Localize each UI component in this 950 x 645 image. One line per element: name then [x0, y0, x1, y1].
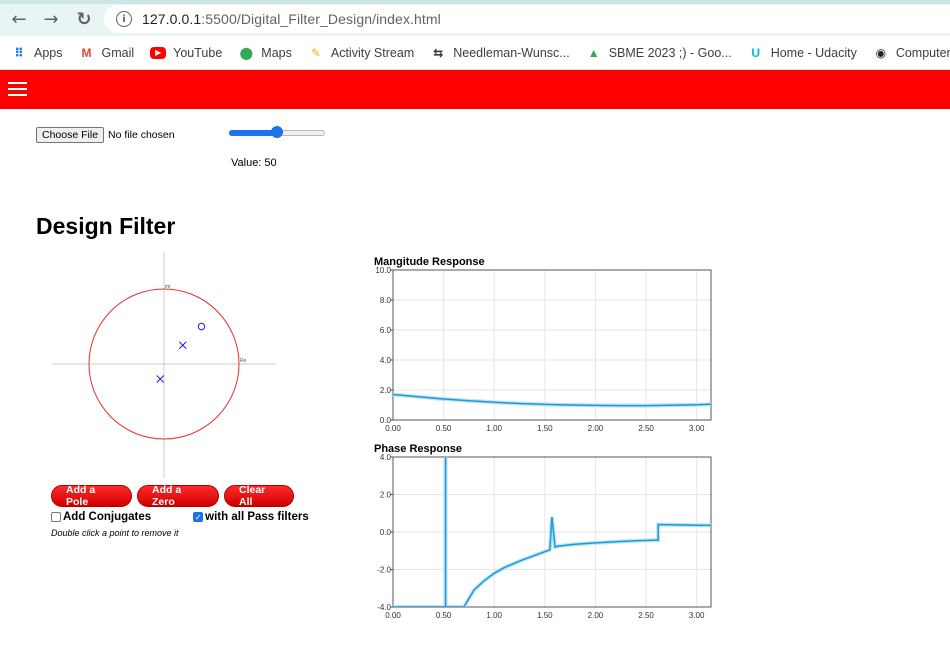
y-tick-label: -4.0 — [377, 603, 391, 612]
zero-marker[interactable] — [197, 322, 206, 331]
bookmark-label: Home - Udacity — [770, 45, 857, 60]
choose-file-button[interactable]: Choose File — [36, 127, 105, 143]
y-tick-label: 4.0 — [380, 453, 392, 462]
bookmark-1[interactable]: M Gmail — [79, 45, 135, 61]
magnitude-response-chart[interactable]: 0.00 0.50 1.00 1.50 2.00 2.50 3.00 0.0 2.0 4.0 6.0… — [358, 262, 718, 438]
hamburger-menu-icon[interactable] — [8, 82, 28, 98]
add-conjugates-checkbox[interactable]: Add Conjugates — [51, 511, 151, 523]
back-arrow-icon[interactable]: ← — [8, 8, 30, 30]
pole-marker[interactable] — [156, 375, 165, 383]
slider-thumb[interactable] — [271, 126, 283, 138]
all-pass-box[interactable]: ✓ — [193, 512, 204, 522]
bookmark-label: YouTube — [173, 45, 223, 60]
gmail-icon: M — [81, 45, 92, 60]
y-tick-label: 8.0 — [380, 296, 392, 305]
apps-grid-icon: ⠿ — [14, 45, 24, 60]
add-conjugates-box[interactable] — [51, 512, 61, 522]
globe-icon: ◉ — [875, 45, 887, 60]
url-text[interactable]: 127.0.0.1:5500/Digital_Filter_Design/ind… — [142, 11, 441, 27]
address-bar[interactable]: i 127.0.0.1:5500/Digital_Filter_Design/i… — [104, 5, 950, 33]
x-tick-label: 2.00 — [588, 611, 604, 620]
file-input[interactable]: Choose File No file chosen — [36, 127, 175, 143]
no-file-text: No file chosen — [108, 129, 175, 141]
x-tick-label: 0.50 — [436, 424, 452, 433]
hint-text: Double click a point to remove it — [51, 528, 179, 538]
x-tick-label: 2.50 — [638, 424, 654, 433]
add-pole-button[interactable]: Add a Pole — [51, 484, 132, 508]
x-tick-label: 0.50 — [436, 611, 452, 620]
add-conjugates-label: Add Conjugates — [63, 511, 152, 523]
bookmark-4[interactable]: ✎ Activity Stream — [308, 45, 414, 61]
all-pass-label: with all Pass filters — [205, 511, 309, 523]
browser-toolbar: ← → ↻ i 127.0.0.1:5500/Digital_Filter_De… — [0, 0, 950, 36]
app-root: ← → ↻ i 127.0.0.1:5500/Digital_Filter_De… — [0, 0, 950, 645]
bookmark-7[interactable]: U Home - Udacity — [748, 45, 857, 61]
bookmark-label: Gmail — [101, 45, 135, 60]
udacity-icon: U — [751, 45, 761, 60]
bookmark-label: Maps — [261, 45, 292, 60]
bookmark-label: Apps — [34, 45, 63, 60]
y-tick-label: 10.0 — [375, 266, 391, 275]
slider-value-label: Value: 50 — [231, 157, 277, 169]
x-tick-label: 2.00 — [588, 424, 604, 433]
x-tick-label: 2.50 — [638, 611, 654, 620]
bookmarks-bar: ⠿ Apps M Gmail ▶ YouTube ⬤ Maps ✎ Activity Stream… — [0, 36, 950, 70]
value-slider[interactable] — [229, 126, 325, 138]
y-tick-label: 0.0 — [380, 416, 392, 425]
bookmark-2[interactable]: ▶ YouTube — [150, 46, 222, 60]
bookmark-label: SBME 2023 ;) - Goo... — [608, 45, 732, 60]
bookmark-6[interactable]: ▲ SBME 2023 ;) - Goo... — [586, 45, 732, 61]
y-tick-label: 4.0 — [380, 356, 392, 365]
google-drive-icon: ▲ — [587, 45, 600, 60]
filter-buttons: Add a Pole Add a Zero Clear All — [51, 484, 299, 508]
url-host: 127.0.0.1 — [142, 11, 202, 27]
y-tick-label: 6.0 — [380, 326, 392, 335]
activity-stream-icon: ✎ — [310, 45, 321, 60]
bookmark-label: Activity Stream — [330, 45, 415, 60]
y-tick-label: 2.0 — [380, 386, 392, 395]
phase-response-chart[interactable]: 0.00 0.50 1.00 1.50 2.00 2.50 3.00 -4.0 -2.0 0.0 2… — [358, 449, 718, 625]
bookmark-0[interactable]: ⠿ Apps — [11, 45, 63, 61]
x-tick-label: 1.00 — [486, 611, 502, 620]
reload-icon[interactable]: ↻ — [73, 8, 95, 30]
im-axis-label: im — [165, 284, 170, 290]
re-axis-label: Re — [240, 358, 247, 364]
bookmark-5[interactable]: ⇆ Needleman-Wunsc... — [430, 45, 570, 61]
x-tick-label: 3.00 — [689, 424, 705, 433]
slider-fill — [229, 130, 277, 136]
add-zero-button[interactable]: Add a Zero — [137, 484, 219, 508]
z-plane-plot[interactable]: im Re — [48, 250, 280, 482]
y-tick-label: -2.0 — [377, 566, 391, 575]
x-tick-label: 1.50 — [537, 424, 553, 433]
x-tick-label: 1.00 — [486, 424, 502, 433]
needleman-icon: ⇆ — [433, 45, 444, 60]
clear-all-button[interactable]: Clear All — [224, 484, 294, 508]
y-tick-label: 2.0 — [380, 491, 392, 500]
all-pass-checkbox[interactable]: ✓ with all Pass filters — [193, 511, 309, 523]
x-tick-label: 3.00 — [689, 611, 705, 620]
url-path: :5500/Digital_Filter_Design/index.html — [201, 11, 441, 27]
page-title: Design Filter — [36, 213, 176, 239]
x-tick-label: 1.50 — [537, 611, 553, 620]
site-info-icon[interactable]: i — [116, 11, 132, 27]
forward-arrow-icon[interactable]: → — [40, 8, 62, 30]
pole-marker[interactable] — [178, 341, 187, 350]
bookmark-label: Computer Gra — [895, 45, 950, 60]
x-tick-label: 0.00 — [385, 611, 401, 620]
bookmark-3[interactable]: ⬤ Maps — [238, 45, 292, 61]
bookmark-8[interactable]: ◉ Computer Gra — [873, 45, 950, 61]
youtube-icon: ▶ — [150, 46, 167, 59]
maps-pin-icon: ⬤ — [239, 45, 253, 60]
tab-strip — [0, 0, 950, 4]
filter-options: Add Conjugates ✓ with all Pass filters — [51, 511, 309, 523]
app-header-bar — [0, 70, 950, 109]
y-tick-label: 0.0 — [380, 528, 392, 537]
bookmark-label: Needleman-Wunsc... — [453, 45, 570, 60]
x-tick-label: 0.00 — [385, 424, 401, 433]
